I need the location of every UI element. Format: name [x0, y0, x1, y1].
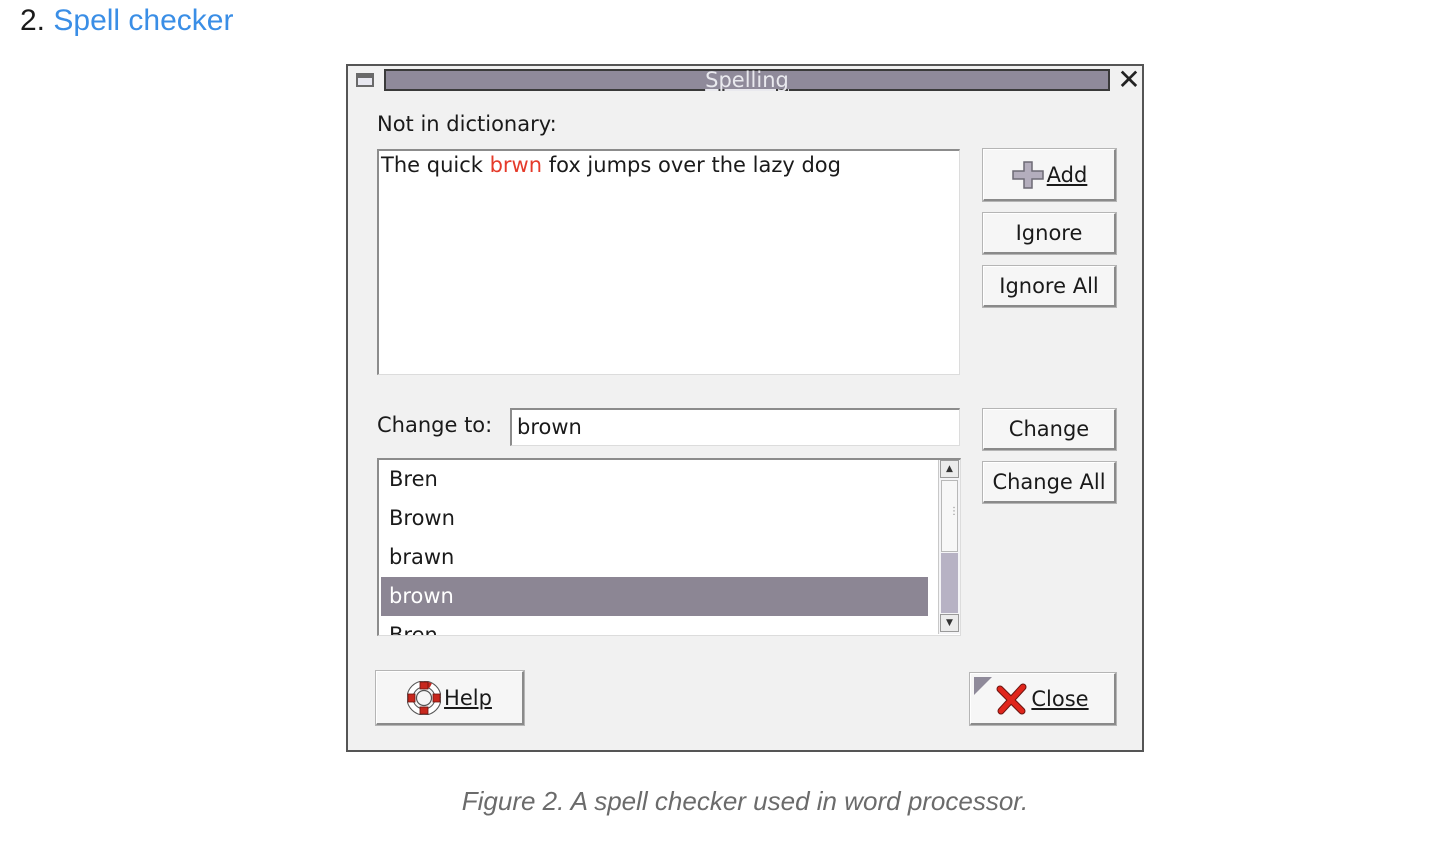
- scroll-up-icon[interactable]: ▲: [940, 460, 959, 478]
- lifebuoy-icon: [407, 680, 442, 715]
- change-button-label: Change: [1008, 417, 1090, 441]
- change-all-button[interactable]: Change All: [983, 462, 1116, 503]
- red-x-icon: [996, 683, 1027, 714]
- ignore-button-label: Ignore: [1015, 221, 1083, 245]
- sentence-after: fox jumps over the lazy dog: [542, 153, 841, 177]
- change-to-input[interactable]: brown: [510, 408, 960, 446]
- suggestion-item-selected[interactable]: brown: [381, 577, 928, 616]
- close-window-icon[interactable]: ✕: [1116, 66, 1142, 94]
- help-button-label: Help: [444, 685, 492, 710]
- suggestion-item[interactable]: brawn: [381, 538, 928, 577]
- add-button[interactable]: Add: [983, 149, 1116, 201]
- section-heading: 2. Spell checker: [20, 4, 233, 38]
- misspelled-word: brwn: [489, 153, 543, 177]
- figure-caption: Figure 2. A spell checker used in word p…: [461, 786, 1029, 816]
- window-title[interactable]: Spelling: [384, 69, 1110, 91]
- suggestion-item[interactable]: Bren: [381, 616, 928, 635]
- spelling-dialog: Spelling ✕ Not in dictionary: The quick …: [346, 64, 1144, 752]
- close-button-label: Close: [1031, 686, 1089, 711]
- suggestion-item[interactable]: Brown: [381, 499, 928, 538]
- corner-fold-icon: [974, 677, 992, 695]
- add-button-label: Add: [1046, 162, 1088, 187]
- window-menu-icon[interactable]: [356, 73, 374, 87]
- section-number: 2.: [20, 4, 46, 37]
- ignore-all-button-label: Ignore All: [999, 274, 1099, 298]
- change-button[interactable]: Change: [983, 409, 1116, 450]
- title-bar[interactable]: Spelling ✕: [348, 66, 1142, 94]
- plus-icon: [1011, 160, 1044, 189]
- ignore-all-button[interactable]: Ignore All: [983, 266, 1116, 307]
- sentence-textarea[interactable]: The quick brwn fox jumps over the lazy d…: [377, 149, 960, 375]
- suggestions-list[interactable]: Bren Brown brawn brown Bren ▲ ⋮ ▼: [377, 458, 961, 636]
- ignore-button[interactable]: Ignore: [983, 213, 1116, 254]
- help-button[interactable]: Help: [376, 671, 524, 725]
- sentence-before: The quick: [381, 153, 490, 177]
- spell-checker-link[interactable]: Spell checker: [53, 4, 233, 37]
- suggestions-scrollbar[interactable]: ▲ ⋮ ▼: [938, 460, 960, 634]
- change-to-label: Change to:: [377, 413, 493, 437]
- suggestion-item[interactable]: Bren: [381, 460, 928, 499]
- change-all-button-label: Change All: [992, 470, 1106, 494]
- close-button[interactable]: Close: [970, 673, 1116, 725]
- scroll-track[interactable]: [941, 553, 958, 613]
- scroll-thumb[interactable]: ⋮: [941, 480, 959, 552]
- not-in-dictionary-label: Not in dictionary:: [377, 112, 557, 136]
- grip-icon: ⋮: [949, 506, 959, 517]
- scroll-down-icon[interactable]: ▼: [940, 614, 959, 632]
